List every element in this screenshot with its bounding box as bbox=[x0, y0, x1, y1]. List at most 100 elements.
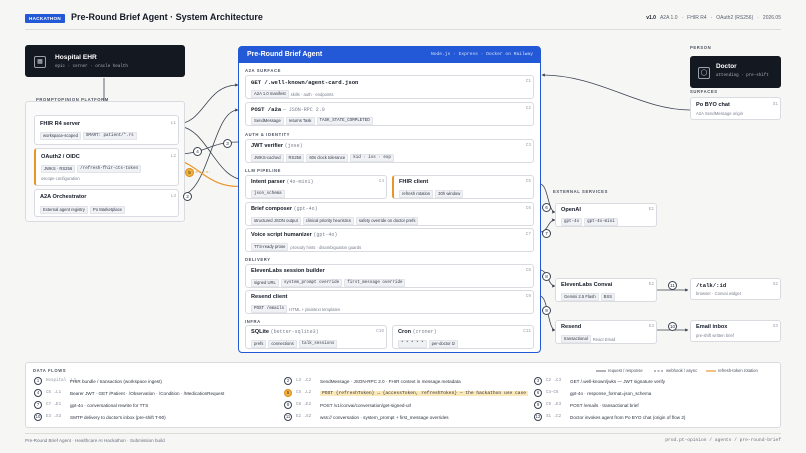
header-meta: v1.0 A2A 1.0 · FHIR R4 · OAuth2 (RS256) · 2… bbox=[646, 15, 781, 21]
s1-line bbox=[541, 73, 691, 111]
c8-title: ElevenLabs session builder bbox=[251, 268, 325, 274]
chip: safety override on doctor prefs bbox=[355, 217, 419, 225]
footer-left: Pre-Round Brief Agent · Healthcare AI Ha… bbox=[25, 438, 165, 443]
elevenlabs-builder: ElevenLabs session builder C8 signed URL… bbox=[245, 264, 534, 288]
c6-id: C6 bbox=[525, 206, 531, 211]
c3-title: JWT verifier bbox=[251, 143, 284, 149]
c2-sub: — JSON-RPC 2.0 bbox=[282, 107, 325, 113]
c8-id: C8 bbox=[525, 268, 531, 273]
chip: signed URL bbox=[251, 279, 279, 287]
flow-2-line bbox=[175, 83, 239, 125]
s3-note: pre-shift written brief bbox=[696, 333, 734, 338]
chip: /refresh-fhir-cts-token bbox=[77, 165, 141, 173]
chip: structured JSON output bbox=[251, 217, 301, 225]
flow-marker-3: 3 bbox=[223, 139, 232, 148]
resend-card: Resend E3 transactional React Email bbox=[555, 320, 657, 344]
c4-id: C4 bbox=[378, 179, 384, 184]
c4-title: Intent parser bbox=[251, 179, 285, 185]
flow-row-4: 4 C5 →L1 Bearer JWT · GET /Patient · /Obse… bbox=[34, 389, 224, 397]
c1-note: skills · auth · endpoints bbox=[290, 91, 334, 97]
agent-title: Pre-Round Brief Agent bbox=[247, 51, 323, 58]
email-inbox-card: Email inbox S3 pre-shift written brief bbox=[690, 320, 781, 342]
legend-webhook: webhook / async bbox=[654, 368, 698, 373]
flow-marker-8: 8 bbox=[542, 272, 551, 281]
platform-card: FHIR R4 server L1 workspace-scoped SMART… bbox=[25, 101, 185, 222]
e3-title: Resend bbox=[561, 324, 582, 330]
chip: Gemini 2.5 Flash bbox=[561, 293, 599, 301]
footer-divider bbox=[25, 433, 781, 434]
flow-row-10: 10 E3 →S3 SMTP delivery to doctor's inbox … bbox=[34, 413, 166, 421]
agent-stack: Node.js · Express · Docker on Railway bbox=[431, 52, 533, 57]
byo-chat-card: Po BYO chat S1 A2A SendMessage origin bbox=[690, 97, 781, 120]
footer-right: prod.pt-opinion / agents / pre-round-bri… bbox=[665, 438, 781, 443]
flow-marker-11: 11 bbox=[668, 281, 677, 290]
page-title: Pre-Round Brief Agent · System Architect… bbox=[71, 12, 263, 22]
c2-id: C2 bbox=[525, 106, 531, 111]
hospital-ehr-card: ▦ Hospital EHR epic · cerner · oracle he… bbox=[25, 45, 185, 77]
agent-card: Pre-Round Brief Agent Node.js · Express … bbox=[238, 46, 541, 353]
intent-parser: Intent parser (4o-mini) C4 json_schema bbox=[245, 175, 387, 199]
chip: A2A 1.0 manifest bbox=[251, 90, 289, 98]
s1-title: Po BYO chat bbox=[696, 102, 730, 108]
jwt-verifier: JWT verifier (jose) C3 JWKS-cached RS256… bbox=[245, 139, 534, 163]
chip: JWKS-cached bbox=[251, 154, 284, 162]
flow-row-5: 5 C5 →L2 POST {refreshToken} → {accessToke… bbox=[284, 389, 528, 397]
chip: prefs bbox=[251, 340, 267, 348]
talk-page-card: /talk/:id S2 browser · Convai widget bbox=[690, 278, 781, 300]
c1-id: C1 bbox=[525, 79, 531, 84]
c7-title: Voice script humanizer bbox=[251, 232, 312, 238]
legend-refresh: refresh-token rotation bbox=[706, 368, 758, 373]
agent-header: Pre-Round Brief Agent Node.js · Express … bbox=[239, 47, 540, 63]
chip: BSS bbox=[600, 293, 616, 301]
c11-title: Cron bbox=[398, 329, 412, 335]
chip: system_prompt override bbox=[280, 279, 343, 287]
chip: RS256 bbox=[285, 154, 305, 162]
s1-id: S1 bbox=[772, 102, 778, 107]
section-a2a: A2A SURFACE bbox=[245, 68, 281, 73]
chip: TTS-ready prose bbox=[251, 243, 289, 251]
section-infra: INFRA bbox=[245, 319, 261, 324]
header-divider bbox=[25, 29, 781, 30]
tag-date: 2026.05 bbox=[762, 15, 781, 21]
openai-card: OpenAI E1 gpt-4o gpt-4o-mini bbox=[555, 203, 657, 227]
chip: 60s clock tolerance bbox=[306, 154, 349, 162]
chip: POST /emails bbox=[251, 305, 288, 313]
chip: gpt-4o-mini bbox=[584, 218, 618, 226]
chip: json_schema bbox=[251, 190, 285, 198]
c7-sub: (gpt-4o) bbox=[313, 232, 338, 238]
flow-marker-4: 4 bbox=[193, 147, 202, 156]
c6-title: Brief composer bbox=[251, 206, 293, 212]
c3-sub: (jose) bbox=[284, 143, 303, 149]
c4-sub: (4o-mini) bbox=[286, 179, 314, 185]
chip: clinical priority heuristics bbox=[302, 217, 354, 225]
doctor-subtitle: attending · pre-shift bbox=[716, 74, 769, 78]
chip: gpt-4o bbox=[561, 218, 583, 226]
resend-client: Resend client C9 POST /emails HTML + pla… bbox=[245, 290, 534, 314]
building-icon: ▦ bbox=[34, 56, 46, 68]
e1-title: OpenAI bbox=[561, 207, 581, 213]
sqlite-store: SQLite (better-sqlite3) C10 prefs connec… bbox=[245, 325, 387, 349]
s1-note: A2A SendMessage origin bbox=[696, 111, 744, 116]
c9-title: Resend client bbox=[251, 294, 288, 300]
data-flows-label: DATA FLOWS bbox=[33, 368, 67, 373]
chip: TASK_STATE_COMPLETED bbox=[316, 117, 373, 125]
e3-id: E3 bbox=[648, 324, 654, 329]
c10-title: SQLite bbox=[251, 329, 270, 335]
c3-id: C3 bbox=[525, 143, 531, 148]
external-label: EXTERNAL SERVICES bbox=[553, 189, 608, 194]
chip: * * * * * bbox=[398, 340, 427, 348]
hackathon-badge: HACKATHON bbox=[25, 14, 65, 23]
s2-note: browser · Convai widget bbox=[696, 291, 741, 296]
flow-row-8: 8 C8 →E2 POST /v1/convai/conversation/get-… bbox=[284, 401, 411, 409]
fhir-server-card: FHIR R4 server L1 workspace-scoped SMART… bbox=[34, 115, 179, 145]
s2-title: /talk/:id bbox=[696, 282, 727, 289]
oauth-note: oscope configuration bbox=[41, 176, 80, 181]
c7-id: C7 bbox=[525, 232, 531, 237]
doctor-card: ◯ Doctor attending · pre-shift bbox=[690, 56, 781, 88]
tag-oauth: OAuth2 (RS256) bbox=[716, 15, 754, 21]
c11-sub: (croner) bbox=[412, 329, 437, 335]
flow-row-9: 9 C9 →E3 POST /emails · transactional brie… bbox=[534, 401, 639, 409]
chip: SendMessage bbox=[251, 117, 284, 125]
flow-row-1: 1 Hospital →L1 FHIR bundle / transaction (… bbox=[34, 377, 162, 385]
cron-scheduler: Cron (croner) C11 * * * * * per-doctor t… bbox=[392, 325, 534, 349]
